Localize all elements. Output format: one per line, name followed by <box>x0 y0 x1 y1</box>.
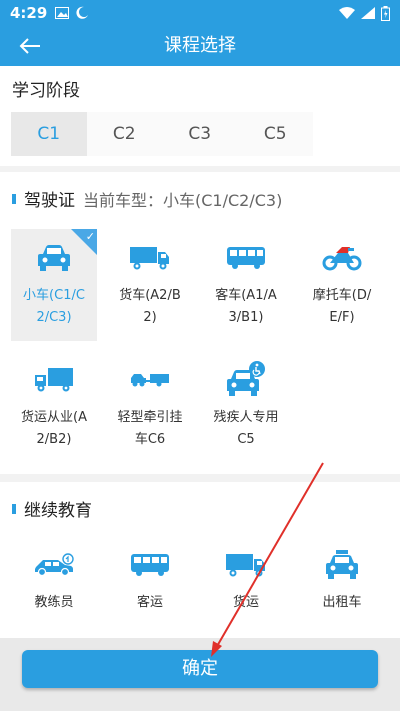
tab-c1[interactable]: C1 <box>11 112 87 156</box>
license-item-trailer[interactable]: 轻型牵引挂车C6 <box>107 351 193 463</box>
education-item-freight[interactable]: 货运 <box>203 540 289 624</box>
license-item-label: 货运从业(A2/B2) <box>21 410 87 447</box>
cargo-truck-icon <box>34 363 74 397</box>
trailer-icon <box>130 363 170 397</box>
tab-c5[interactable]: C5 <box>238 112 314 156</box>
license-section-header: 驾驶证 当前车型：小车(C1/C2/C3) <box>12 186 282 211</box>
moon-icon <box>76 6 89 19</box>
learning-stage-section: 学习阶段 C1 C2 C3 C5 <box>0 66 400 166</box>
education-grid: 教练员 客运 货运 出租车 <box>11 540 385 624</box>
license-item-car[interactable]: ✓ 小车(C1/C2/C3) <box>11 229 97 341</box>
continuing-education-section: 继续教育 教练员 客运 货运 出租车 <box>0 482 400 638</box>
section-marker <box>12 193 16 204</box>
license-item-label: 摩托车(D/E/F) <box>312 288 372 325</box>
license-item-bus[interactable]: 客车(A1/A3/B1) <box>203 229 289 341</box>
learning-stage-heading: 学习阶段 <box>12 81 80 101</box>
license-item-label: 客车(A1/A3/B1) <box>215 288 277 325</box>
education-section-header: 继续教育 <box>12 496 92 521</box>
license-item-label: 小车(C1/C2/C3) <box>23 288 85 325</box>
education-item-label: 出租车 <box>322 595 362 610</box>
license-item-motorcycle[interactable]: 摩托车(D/E/F) <box>299 229 385 341</box>
education-item-label: 客运 <box>136 595 163 610</box>
license-item-truck[interactable]: 货车(A2/B2) <box>107 229 193 341</box>
education-item-coach[interactable]: 教练员 <box>11 540 97 624</box>
freight-truck-icon <box>226 550 266 580</box>
bottom-bar: 确定 <box>0 638 400 711</box>
wifi-icon <box>339 7 355 19</box>
car-icon <box>37 241 71 275</box>
tab-c2[interactable]: C2 <box>87 112 163 156</box>
education-item-taxi[interactable]: 出租车 <box>299 540 385 624</box>
image-icon <box>55 7 70 19</box>
education-item-label: 货运 <box>232 595 259 610</box>
license-item-cargo[interactable]: 货运从业(A2/B2) <box>11 351 97 463</box>
driver-license-section: 驾驶证 当前车型：小车(C1/C2/C3) ✓ 小车(C1/C2/C3) 货车(… <box>0 172 400 474</box>
coach-car-icon <box>34 550 74 580</box>
license-grid: ✓ 小车(C1/C2/C3) 货车(A2/B2) 客车(A1/A3/B1) 摩托… <box>11 229 385 463</box>
check-icon: ✓ <box>85 230 95 243</box>
license-item-label: 轻型牵引挂车C6 <box>117 410 183 447</box>
section-marker <box>12 503 16 514</box>
page-title: 课程选择 <box>164 35 236 56</box>
bus-icon <box>226 241 266 275</box>
app-bar: 课程选择 <box>0 26 400 66</box>
education-section-title: 继续教育 <box>24 501 92 521</box>
stage-tabs: C1 C2 C3 C5 <box>11 112 313 156</box>
license-section-title: 驾驶证 <box>24 191 75 211</box>
battery-icon <box>381 5 390 21</box>
license-item-label: 残疾人专用C5 <box>213 410 279 447</box>
motorcycle-icon <box>322 241 362 275</box>
taxi-icon <box>325 550 359 580</box>
tab-c3[interactable]: C3 <box>162 112 238 156</box>
accessible-car-icon <box>226 361 266 397</box>
truck-icon <box>130 241 170 275</box>
confirm-button[interactable]: 确定 <box>22 650 378 688</box>
license-item-label: 货车(A2/B2) <box>119 288 181 325</box>
license-item-disabled[interactable]: 残疾人专用C5 <box>203 351 289 463</box>
passenger-bus-icon <box>130 550 170 580</box>
education-item-label: 教练员 <box>34 595 74 610</box>
status-bar: 4:29 <box>0 0 400 26</box>
status-time: 4:29 <box>10 4 48 22</box>
signal-icon <box>361 7 375 19</box>
education-item-passenger[interactable]: 客运 <box>107 540 193 624</box>
current-vehicle-type: 当前车型：小车(C1/C2/C3) <box>83 190 283 210</box>
